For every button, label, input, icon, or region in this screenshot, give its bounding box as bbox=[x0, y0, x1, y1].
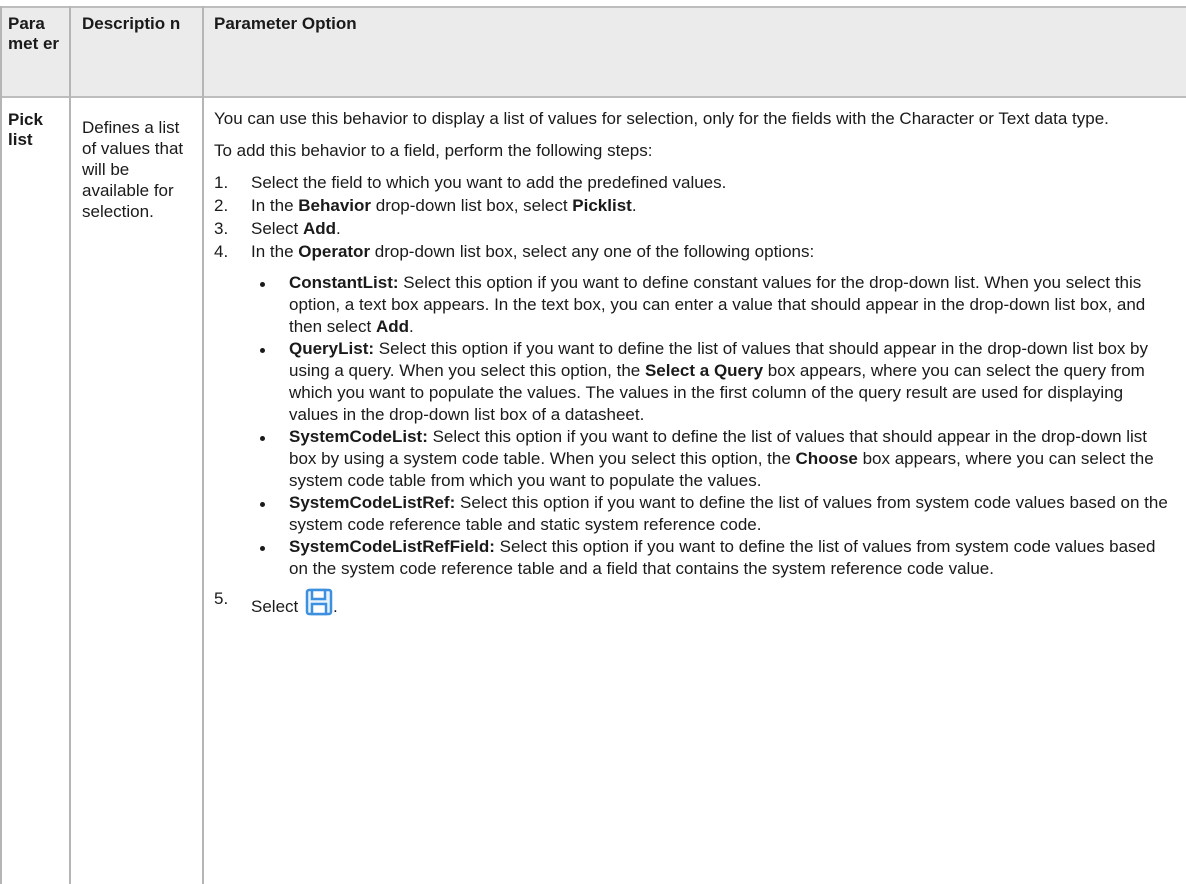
step-number: 3. bbox=[214, 219, 229, 238]
steps-intro: To add this behavior to a field, perform… bbox=[214, 141, 653, 160]
step-4: 4. In the Operator drop-down list box, s… bbox=[214, 241, 1169, 580]
step-3: 3. Select Add. bbox=[214, 218, 1169, 240]
bullet-icon bbox=[260, 348, 265, 353]
table-border-left bbox=[0, 6, 2, 884]
column-divider-2 bbox=[202, 6, 204, 884]
ui-term-choose: Choose bbox=[795, 449, 858, 468]
option-name: SystemCodeList: bbox=[289, 427, 428, 446]
step-text: drop-down list box, select bbox=[371, 196, 573, 215]
cell-parameter-option: You can use this behavior to display a l… bbox=[214, 108, 1169, 623]
header-parameter-option: Parameter Option bbox=[214, 14, 357, 33]
parameter-table: Para met er Descriptio n Parameter Optio… bbox=[0, 0, 1186, 884]
option-systemcodelist: SystemCodeList: Select this option if yo… bbox=[251, 426, 1169, 492]
step-text: Select the field to which you want to ad… bbox=[251, 173, 727, 192]
step-text: . bbox=[336, 219, 341, 238]
ui-term-picklist: Picklist bbox=[572, 196, 632, 215]
option-constantlist: ConstantList: Select this option if you … bbox=[251, 272, 1169, 338]
column-divider-1 bbox=[69, 6, 71, 884]
header-parameter: Para met er bbox=[8, 14, 60, 53]
step-text: In the bbox=[251, 242, 299, 261]
step-5: 5. Select . bbox=[214, 588, 1169, 622]
steps-list: 1. Select the field to which you want to… bbox=[214, 172, 1169, 622]
option-name: SystemCodeListRef: bbox=[289, 493, 456, 512]
cell-description: Defines a list of values that will be av… bbox=[82, 118, 184, 221]
ui-term-select-a-query: Select a Query bbox=[644, 361, 764, 380]
bullet-icon bbox=[260, 546, 265, 551]
ui-term-add: Add bbox=[302, 219, 337, 238]
bullet-icon bbox=[260, 436, 265, 441]
option-text: Select this option if you want to define… bbox=[289, 273, 1146, 336]
bullet-icon bbox=[260, 282, 265, 287]
step-text: . bbox=[332, 597, 338, 616]
option-name: SystemCodeListRefField: bbox=[289, 537, 495, 556]
operator-options-list: ConstantList: Select this option if you … bbox=[251, 272, 1169, 580]
option-name: ConstantList: bbox=[289, 273, 399, 292]
step-number: 1. bbox=[214, 173, 229, 192]
save-icon bbox=[305, 588, 333, 622]
step-1: 1. Select the field to which you want to… bbox=[214, 172, 1169, 194]
ui-term-operator: Operator bbox=[298, 242, 371, 261]
step-number: 5. bbox=[214, 589, 229, 608]
option-querylist: QueryList: Select this option if you wan… bbox=[251, 338, 1169, 426]
step-number: 4. bbox=[214, 242, 229, 261]
step-2: 2. In the Behavior drop-down list box, s… bbox=[214, 195, 1169, 217]
option-systemcodelistref: SystemCodeListRef: Select this option if… bbox=[251, 492, 1169, 536]
option-text: . bbox=[409, 317, 414, 336]
intro-paragraph: You can use this behavior to display a l… bbox=[214, 109, 1109, 128]
ui-term-behavior: Behavior bbox=[298, 196, 372, 215]
cell-parameter-name: Pick list bbox=[8, 110, 43, 149]
step-text: Select bbox=[251, 219, 303, 238]
header-description: Descriptio n bbox=[82, 14, 181, 33]
option-name: QueryList: bbox=[289, 339, 375, 358]
bullet-icon bbox=[260, 502, 265, 507]
step-text: In the bbox=[251, 196, 299, 215]
step-text: drop-down list box, select any one of th… bbox=[370, 242, 815, 261]
step-number: 2. bbox=[214, 196, 229, 215]
option-systemcodelistreffield: SystemCodeListRefField: Select this opti… bbox=[251, 536, 1169, 580]
step-text: . bbox=[631, 196, 637, 215]
step-text: Select bbox=[251, 597, 303, 616]
ui-term-add: Add bbox=[375, 317, 409, 336]
